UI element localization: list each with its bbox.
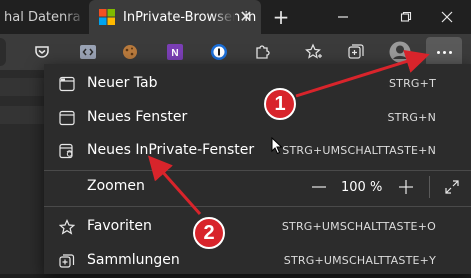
new-tab-button[interactable]: + (268, 4, 294, 30)
cookie-extension-icon[interactable] (118, 40, 142, 64)
extensions-puzzle-icon[interactable] (250, 40, 274, 64)
settings-menu: Neuer Tab STRG+T Neues Fenster STRG+N Ne… (44, 64, 471, 274)
zoom-level: 100 % (341, 180, 383, 195)
menu-item-new-window[interactable]: Neues Fenster STRG+N (44, 101, 471, 135)
inprivate-favicon-icon (99, 9, 115, 25)
favorites-bar-icon[interactable] (302, 40, 326, 64)
menu-item-favorites[interactable]: Favoriten STRG+UMSCHALTTASTE+O (44, 210, 471, 244)
svg-text:N: N (171, 48, 178, 59)
pocket-icon[interactable] (30, 40, 54, 64)
menu-item-zoom: Zoomen 100 % (44, 170, 471, 204)
collections-icon (59, 253, 75, 269)
profile-avatar[interactable] (388, 40, 412, 64)
code-extension-icon[interactable] (76, 40, 100, 64)
annotation-badge-2: 2 (193, 217, 225, 249)
onenote-icon[interactable]: N (163, 40, 187, 64)
close-window-button[interactable] (423, 0, 471, 34)
password-manager-icon[interactable] (207, 40, 231, 64)
tab-strip: hal Datenra InPrivate-Browsen in ✕ + (0, 0, 471, 34)
tab-active[interactable]: InPrivate-Browsen in ✕ (89, 0, 261, 34)
address-bar[interactable] (0, 38, 6, 66)
menu-item-collections[interactable]: Sammlungen STRG+UMSCHALTTASTE+Y (44, 244, 471, 278)
new-window-icon (59, 110, 75, 126)
menu-separator (44, 206, 471, 207)
close-tab-icon[interactable]: ✕ (237, 8, 255, 26)
menu-item-new-tab[interactable]: Neuer Tab STRG+T (44, 67, 471, 101)
settings-more-button[interactable] (426, 37, 462, 67)
zoom-in-button[interactable] (398, 179, 414, 195)
new-tab-icon (59, 76, 75, 92)
annotation-badge-1: 1 (264, 88, 296, 120)
zoom-out-button[interactable] (312, 179, 326, 195)
favorites-star-icon (58, 219, 76, 235)
collections-toolbar-icon[interactable] (344, 40, 368, 64)
inprivate-window-icon (59, 143, 75, 159)
minimize-button[interactable] (319, 0, 367, 34)
fullscreen-expand-icon[interactable] (444, 179, 460, 195)
menu-item-new-inprivate-window[interactable]: Neues InPrivate-Fenster STRG+UMSCHALTTAS… (44, 134, 471, 168)
mouse-cursor-icon (271, 136, 283, 159)
tab-inactive[interactable]: hal Datenra (0, 0, 86, 34)
